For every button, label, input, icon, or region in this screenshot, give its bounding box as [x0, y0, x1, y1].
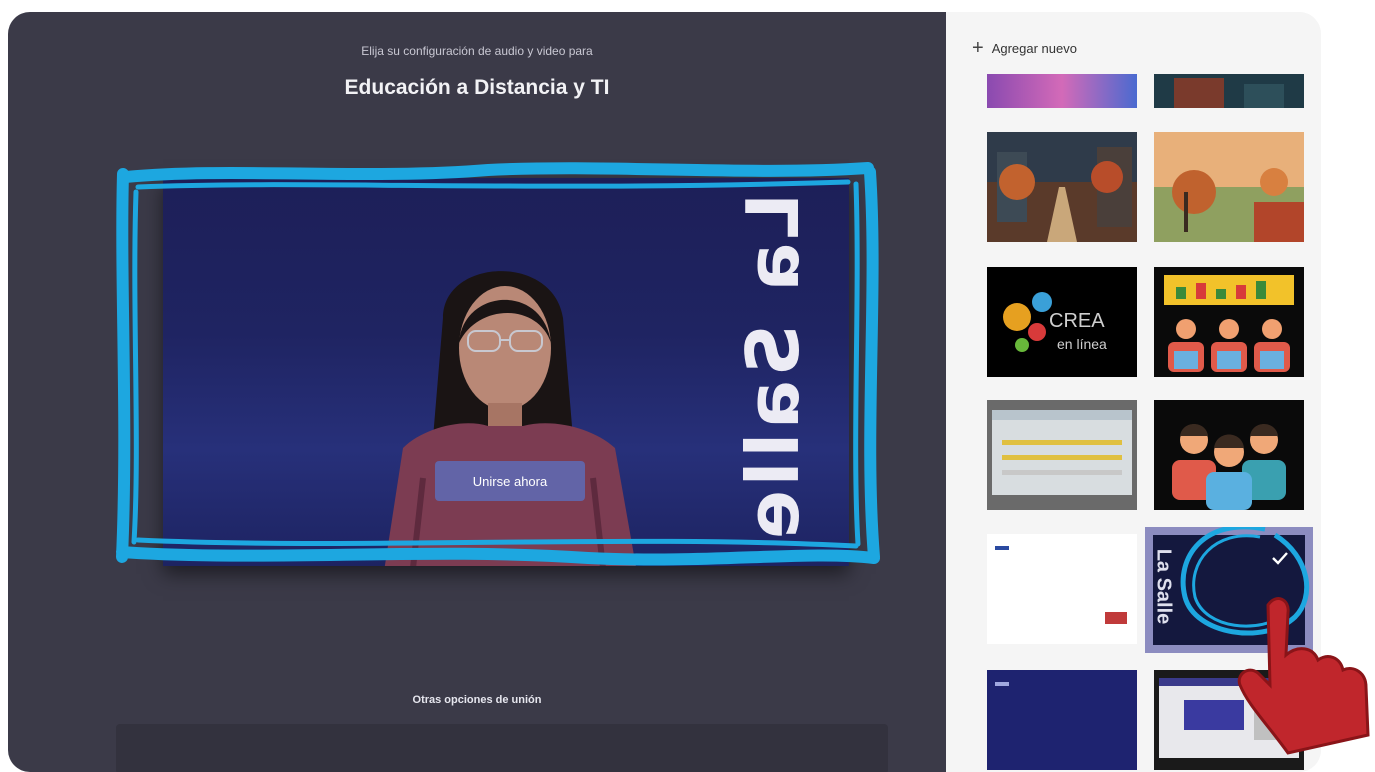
plus-icon: + [972, 37, 984, 59]
background-thumb-people[interactable] [1154, 400, 1304, 510]
teams-prejoin-window: Elija su configuración de audio y video … [8, 12, 1321, 772]
add-new-background-button[interactable]: + Agregar nuevo [972, 38, 1077, 58]
meeting-title: Educación a Distancia y TI [344, 76, 610, 99]
highlight-scribble-frame [116, 162, 880, 566]
pointing-hand-icon [1237, 597, 1370, 755]
other-join-options-bar[interactable] [116, 724, 888, 772]
background-thumb-white-slide[interactable] [987, 534, 1137, 644]
other-join-options-label: Otras opciones de unión [412, 694, 542, 706]
crea-title: CREA [1049, 310, 1105, 332]
background-thumb-spreadsheet[interactable] [987, 400, 1137, 510]
prejoin-subtitle: Elija su configuración de audio y video … [361, 44, 593, 58]
background-thumb-autumn-street[interactable] [987, 132, 1137, 242]
background-thumb-blue-slide[interactable] [987, 670, 1137, 770]
background-thumb-classroom[interactable] [1154, 267, 1304, 377]
background-thumb-abstract[interactable] [987, 74, 1137, 108]
add-new-label: Agregar nuevo [991, 40, 1077, 56]
background-thumb-autumn-landscape[interactable] [1154, 132, 1304, 242]
prejoin-main-area: Elija su configuración de audio y video … [8, 12, 946, 772]
background-thumb-forest[interactable] [1154, 74, 1304, 108]
crea-subtitle: en línea [1057, 336, 1107, 352]
background-thumb-crea-en-linea[interactable]: CREA en línea [987, 267, 1137, 377]
